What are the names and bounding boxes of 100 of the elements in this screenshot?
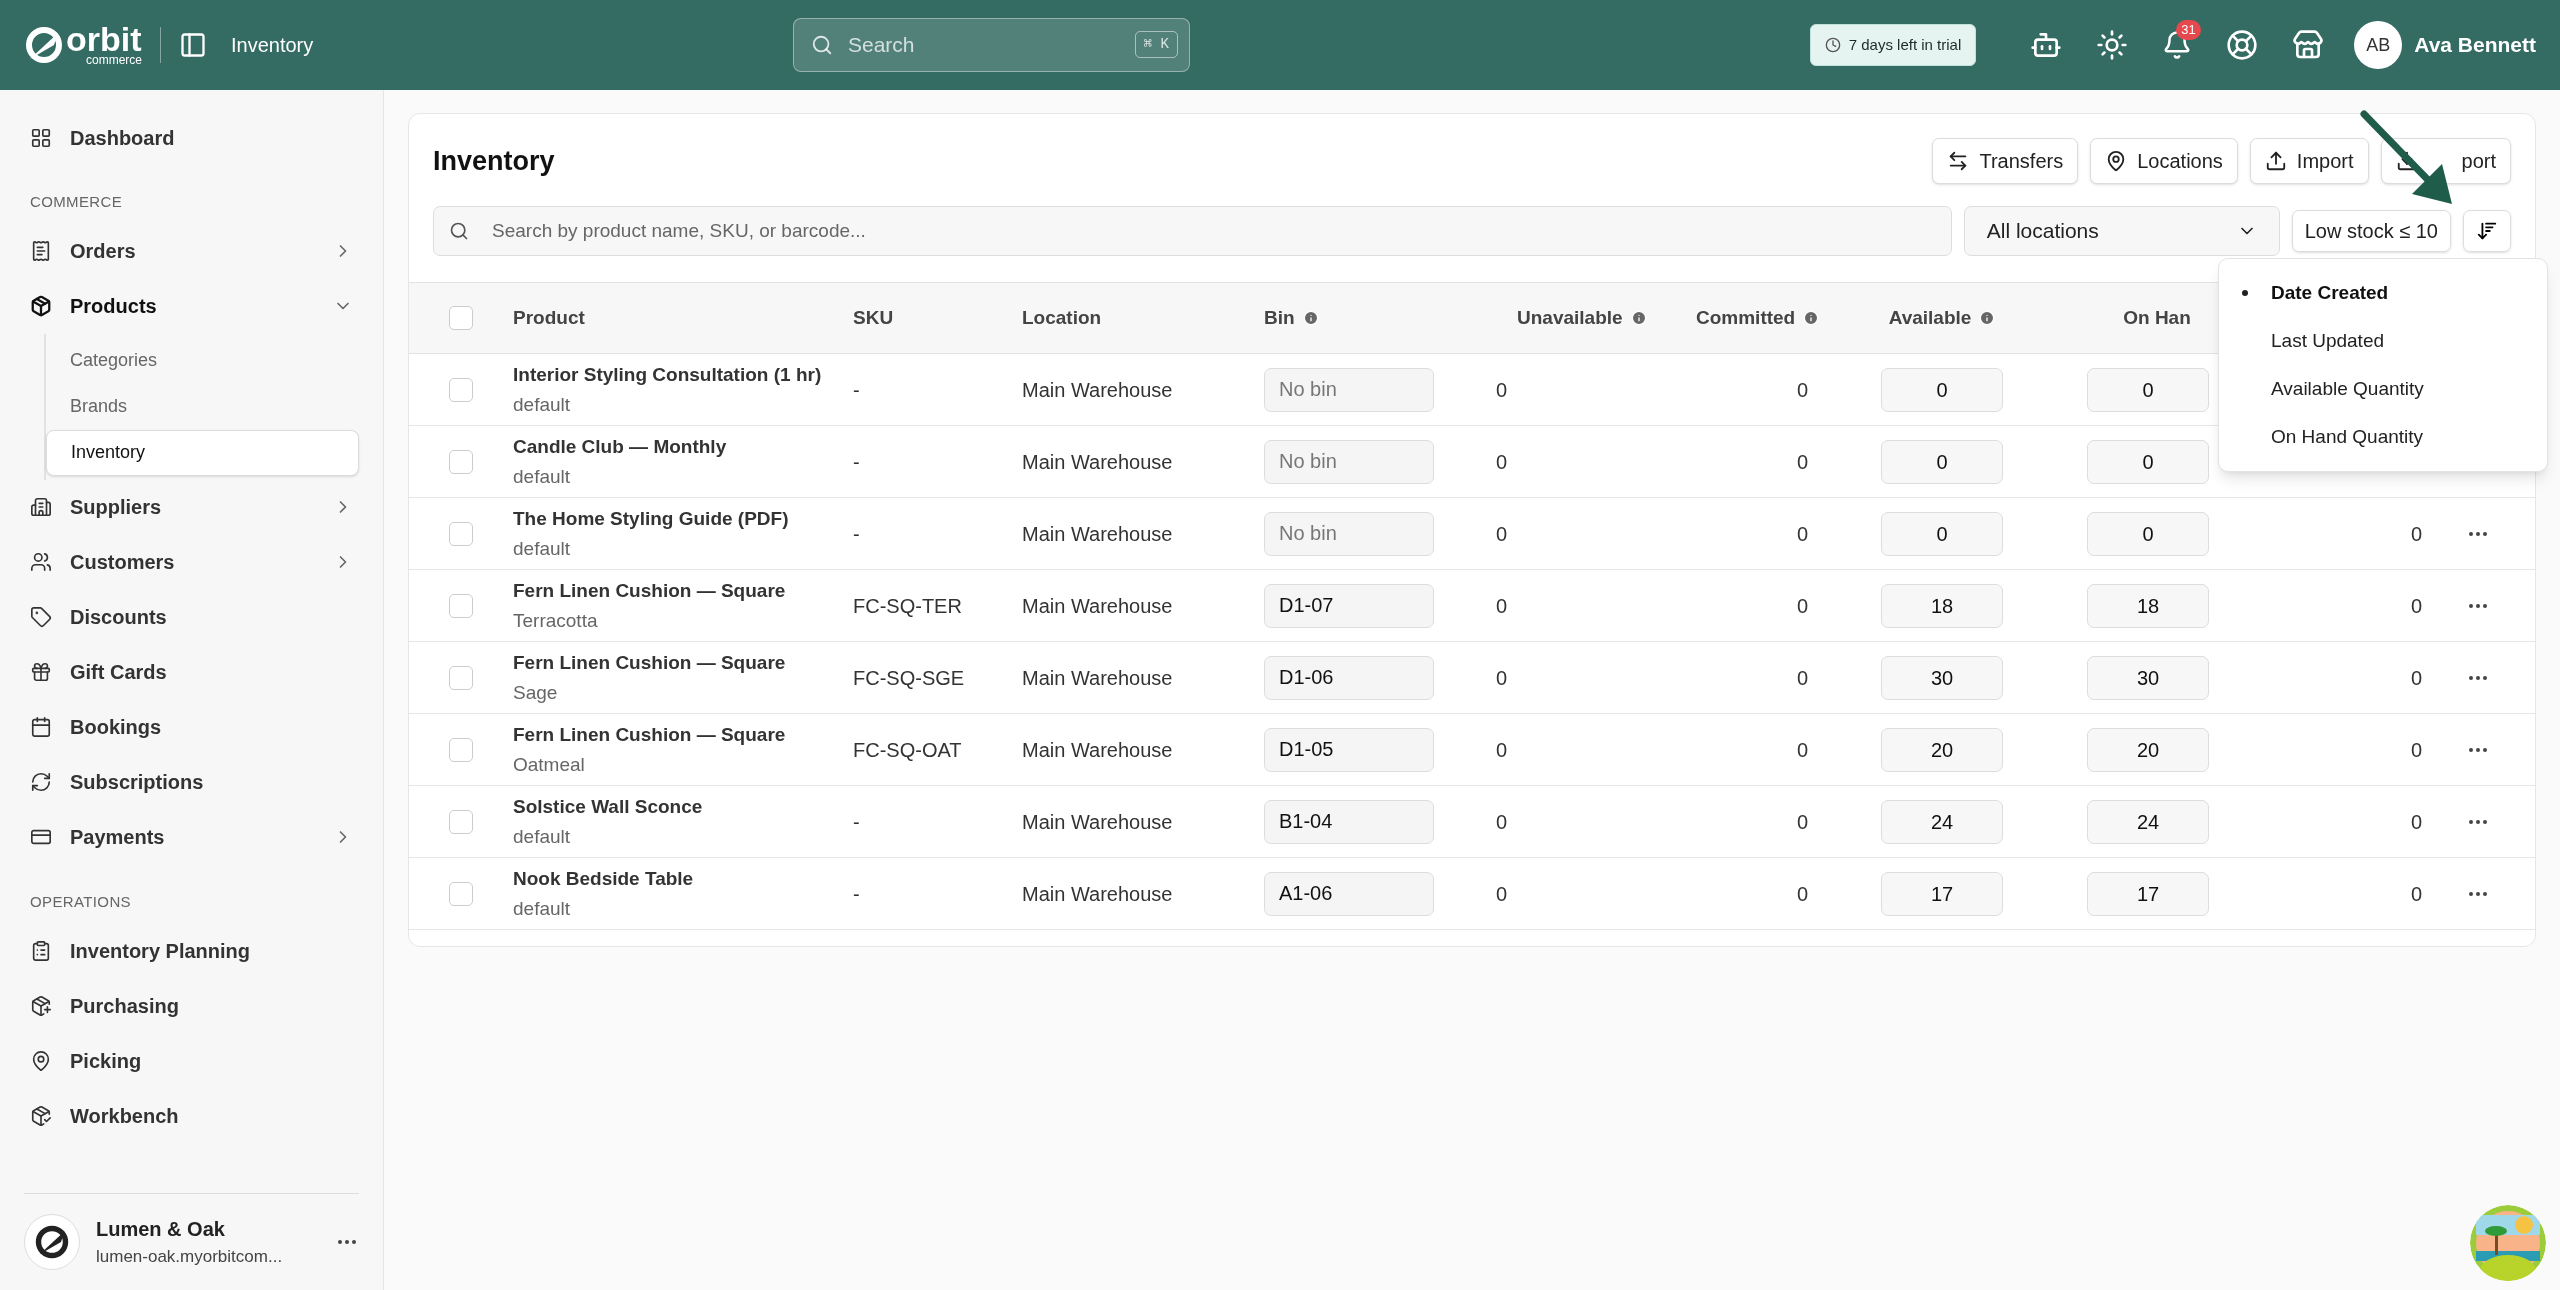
sort-button[interactable] [2463, 210, 2511, 252]
unavailable-cell-text: 0 [1495, 521, 1508, 547]
store-icon[interactable] [2292, 29, 2325, 61]
sidebar-item[interactable]: Dashboard [24, 110, 359, 165]
filter-button[interactable]: Low stock ≤ 10 [2291, 210, 2451, 252]
on-hand-field[interactable]: 18 [2087, 583, 2209, 628]
variant-name: Oatmeal [513, 752, 586, 777]
sidebar-item[interactable]: Workbench [24, 1088, 359, 1143]
available-field[interactable]: 0 [1881, 439, 2003, 484]
product-name: Candle Club — Monthly [513, 434, 728, 459]
sidebar-item[interactable]: Bookings [24, 699, 359, 755]
box-icon [30, 295, 52, 317]
trial-badge[interactable]: 7 days left in trial [1809, 24, 1977, 66]
bin-field[interactable]: No bin [1264, 439, 1434, 484]
dashboard-icon [30, 126, 52, 149]
bullet-icon [2242, 290, 2248, 296]
sidebar-item[interactable]: Products [24, 278, 359, 334]
store-avatar[interactable] [24, 1214, 80, 1270]
product-search-field[interactable]: Search by product name, SKU, or barcode... [433, 206, 1952, 256]
checkbox[interactable] [449, 737, 473, 762]
on-hand-field[interactable]: 0 [2087, 439, 2209, 484]
location-cell-text: Main Warehouse [1022, 665, 1174, 691]
location-cell-text: Main Warehouse [1022, 809, 1174, 835]
user-avatar[interactable]: AB [2354, 21, 2403, 69]
refresh-icon [30, 771, 52, 793]
product-name: Fern Linen Cushion — Square [513, 578, 787, 603]
sort-option[interactable]: Last Updated [2219, 317, 2547, 365]
checkbox[interactable] [449, 449, 473, 474]
checkbox[interactable] [449, 809, 473, 834]
action-button[interactable]: Import [2249, 138, 2369, 184]
sidebar-item[interactable]: Customers [24, 534, 359, 590]
on-hand-field[interactable]: 24 [2087, 799, 2209, 844]
sidebar-subitem[interactable]: Brands [46, 383, 359, 430]
available-field[interactable]: 18 [1881, 583, 2003, 628]
unavailable-cell-text: 0 [1495, 665, 1508, 691]
bin-field[interactable]: D1-05 [1264, 727, 1434, 772]
sidebar-subitem[interactable]: Inventory [46, 429, 359, 476]
logo-icon [24, 25, 64, 65]
sidebar-item[interactable]: Picking [24, 1033, 359, 1088]
available-field[interactable]: 17 [1881, 871, 2003, 916]
on-hand-field[interactable]: 30 [2087, 655, 2209, 700]
logo-icon [34, 1224, 70, 1260]
on-hand-field[interactable]: 0 [2087, 367, 2209, 412]
user-name[interactable]: Ava Bennett [2414, 29, 2536, 61]
bin-field[interactable]: No bin [1264, 367, 1434, 412]
action-button[interactable]: Locations [2090, 138, 2238, 184]
location-cell-text: Main Warehouse [1022, 737, 1174, 763]
sku-cell-text: FC-SQ-TER [853, 593, 963, 619]
sidebar-subitem[interactable]: Categories [46, 337, 359, 384]
sidebar-item[interactable]: Purchasing [24, 978, 359, 1033]
on-hand-field[interactable]: 17 [2087, 871, 2209, 916]
committed-cell-text: 0 [1796, 665, 1809, 691]
sort-option[interactable]: Available Quantity [2219, 365, 2547, 413]
sidebar-item[interactable]: Subscriptions [24, 754, 359, 810]
available-field[interactable]: 24 [1881, 799, 2003, 844]
checkbox[interactable] [449, 881, 473, 906]
bin-field[interactable]: D1-07 [1264, 583, 1434, 628]
location-select[interactable]: All locations [1963, 206, 2280, 256]
sidebar-item[interactable]: Payments [24, 809, 359, 865]
committed-cell-text: 0 [1796, 593, 1809, 619]
checkbox[interactable] [449, 593, 473, 618]
sidebar-item[interactable]: Discounts [24, 589, 359, 645]
quantity-cell-text: 0 [2410, 881, 2423, 907]
action-button[interactable]: Transfers [1932, 138, 2079, 184]
variant-name: default [513, 536, 572, 561]
product-name: Fern Linen Cushion — Square [513, 722, 787, 747]
bin-field[interactable]: A1-06 [1264, 871, 1434, 916]
checkbox[interactable] [449, 377, 473, 402]
sku-cell-text: - [853, 521, 861, 547]
sidebar-item[interactable]: Inventory Planning [24, 923, 359, 978]
sort-option[interactable]: Date Created [2219, 269, 2547, 317]
sidebar-toggle-icon[interactable] [179, 31, 207, 59]
bin-field[interactable]: D1-06 [1264, 655, 1434, 700]
column-header: Bin [1264, 303, 1319, 333]
on-hand-field[interactable]: 0 [2087, 511, 2209, 556]
checkbox[interactable] [449, 665, 473, 690]
section-heading: OPERATIONS [29, 891, 132, 912]
sku-cell-text: - [853, 377, 861, 403]
building-icon [30, 496, 52, 518]
notification-count: 31 [2176, 20, 2201, 40]
checkbox[interactable] [449, 521, 473, 546]
sidebar-item[interactable]: Suppliers [24, 479, 359, 535]
on-hand-field[interactable]: 20 [2087, 727, 2209, 772]
help-icon[interactable] [2226, 29, 2259, 61]
available-field[interactable]: 20 [1881, 727, 2003, 772]
sort-option[interactable]: On Hand Quantity [2219, 413, 2547, 461]
available-field[interactable]: 0 [1881, 367, 2003, 412]
bin-field[interactable]: No bin [1264, 511, 1434, 556]
sun-icon[interactable] [2096, 29, 2129, 61]
card-title: Inventory [433, 144, 555, 178]
product-name: Solstice Wall Sconce [513, 794, 704, 819]
sidebar-item[interactable]: Orders [24, 223, 359, 279]
available-field[interactable]: 30 [1881, 655, 2003, 700]
shortcut-key: ⌘ K [1134, 31, 1178, 58]
quantity-cell-text: 0 [2410, 593, 2423, 619]
sku-cell-text: - [853, 449, 861, 475]
available-field[interactable]: 0 [1881, 511, 2003, 556]
bin-field[interactable]: B1-04 [1264, 799, 1434, 844]
checkbox[interactable] [449, 306, 473, 330]
sidebar-item[interactable]: Gift Cards [24, 644, 359, 700]
